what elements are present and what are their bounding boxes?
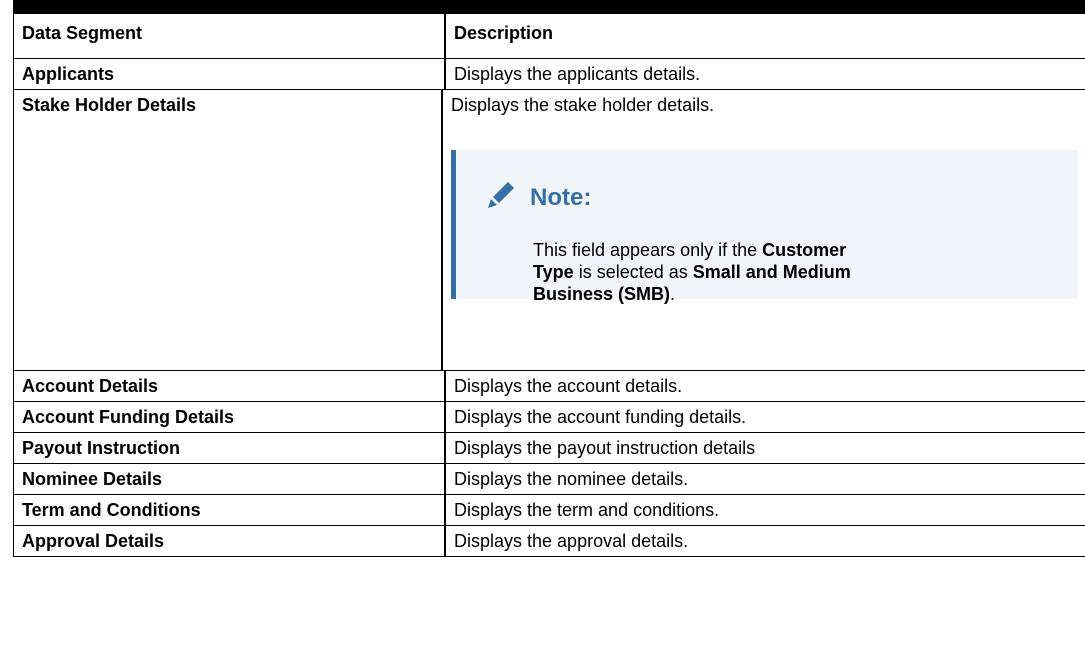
- description-cell: Displays the stake holder details. Note:…: [443, 90, 1085, 370]
- table-row: Nominee Details Displays the nominee det…: [14, 464, 1085, 495]
- note-text-part: is selected as: [573, 262, 693, 282]
- header-data-segment: Data Segment: [14, 14, 446, 58]
- note-text-part: This field appears only if the: [533, 240, 763, 260]
- table-row: Account Funding Details Displays the acc…: [14, 402, 1085, 433]
- table-row: Payout Instruction Displays the payout i…: [14, 433, 1085, 464]
- description-cell: Displays the payout instruction details: [454, 438, 756, 458]
- data-segment-table: Data Segment Description Applicants Disp…: [13, 0, 1085, 557]
- segment-cell: Account Details: [14, 371, 446, 401]
- note-title: Note:: [530, 183, 592, 211]
- segment-cell: Applicants: [14, 59, 446, 89]
- segment-cell: Approval Details: [14, 526, 446, 556]
- description-cell: Displays the account funding details.: [454, 407, 747, 427]
- table-row: Stake Holder Details Displays the stake …: [14, 90, 1085, 371]
- description-cell: Displays the nominee details.: [454, 469, 689, 489]
- segment-cell: Payout Instruction: [14, 433, 446, 463]
- description-cell: Displays the approval details.: [454, 531, 689, 551]
- header-description: Description: [454, 23, 554, 43]
- note-text-part: .: [670, 284, 676, 304]
- table-row: Term and Conditions Displays the term an…: [14, 495, 1085, 526]
- note-text: This field appears only if the Customer …: [533, 239, 863, 305]
- description-cell: Displays the account details.: [454, 376, 683, 396]
- table-row: Account Details Displays the account det…: [14, 371, 1085, 402]
- description-text: Displays the stake holder details.: [451, 95, 715, 115]
- segment-cell: Term and Conditions: [14, 495, 446, 525]
- note-box: Note: This field appears only if the Cus…: [451, 150, 1078, 304]
- description-cell: Displays the applicants details.: [454, 64, 701, 84]
- segment-cell: Nominee Details: [14, 464, 446, 494]
- note-header: Note:: [484, 178, 1078, 217]
- pencil-icon: [484, 178, 518, 217]
- table-row: Applicants Displays the applicants detai…: [14, 59, 1085, 90]
- table-header-row: Data Segment Description: [14, 14, 1085, 59]
- segment-cell: Account Funding Details: [14, 402, 446, 432]
- table-row: Approval Details Displays the approval d…: [14, 526, 1085, 557]
- description-cell: Displays the term and conditions.: [454, 500, 720, 520]
- segment-cell: Stake Holder Details: [14, 90, 443, 370]
